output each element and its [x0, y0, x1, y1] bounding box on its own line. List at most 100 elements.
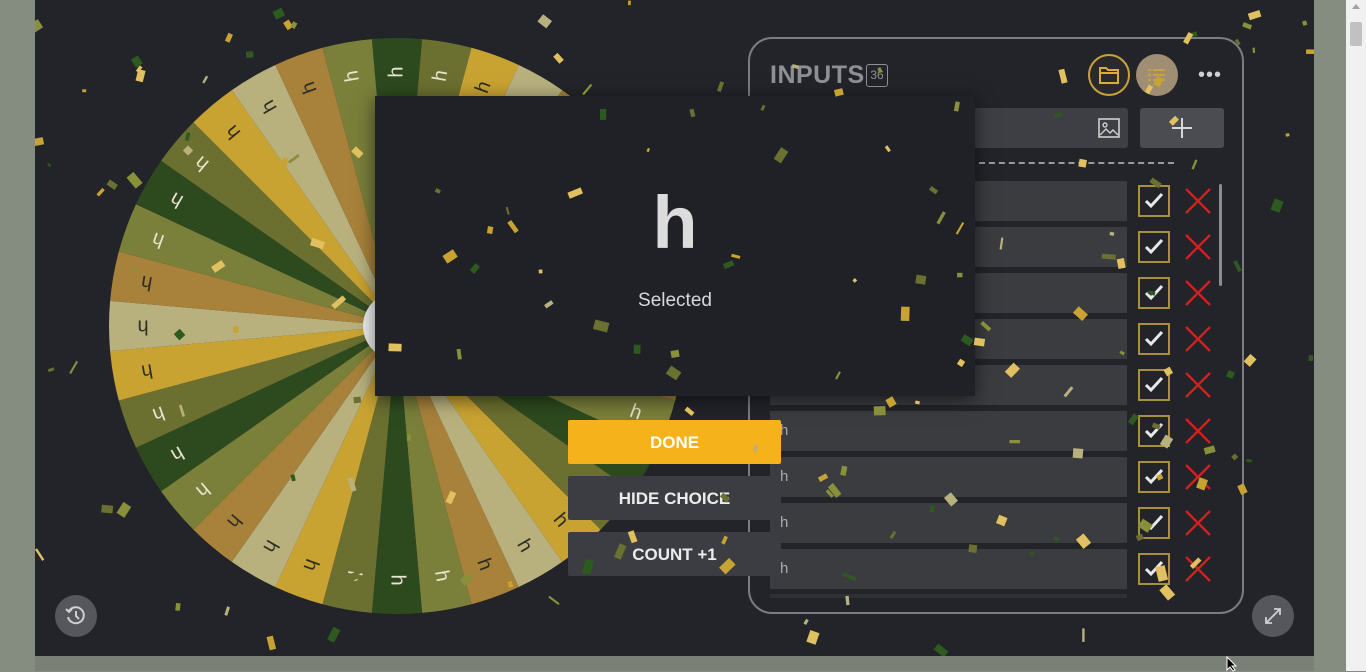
check-icon	[1144, 330, 1164, 348]
check-icon	[1144, 376, 1164, 394]
list-scrollbar[interactable]	[1219, 184, 1222, 286]
wheel-segment-label: h	[385, 66, 407, 77]
done-button[interactable]: DONE	[568, 420, 781, 464]
confetti-piece	[1242, 22, 1252, 29]
plus-icon	[1171, 117, 1193, 139]
expand-icon	[1263, 606, 1283, 626]
delete-entry-button[interactable]	[1182, 553, 1214, 585]
entry-checkbox[interactable]	[1138, 323, 1170, 355]
mouse-cursor	[1226, 656, 1240, 672]
confetti-piece	[1244, 354, 1257, 367]
panel-title: INPUTS	[770, 61, 865, 90]
check-icon	[1144, 514, 1164, 532]
confetti-piece	[272, 8, 285, 20]
entry-text[interactable]: h	[770, 549, 1127, 589]
confetti-piece	[35, 137, 44, 146]
close-icon	[1182, 553, 1214, 585]
app-canvas: hhhhhhhhhhhhhhhhhhhhhhhhhhhhhhhhhhhh INP…	[35, 0, 1314, 656]
confetti-piece	[96, 188, 104, 197]
result-text: h	[375, 186, 975, 260]
hide-choice-button[interactable]: HIDE CHOICE	[568, 476, 781, 520]
entry-checkbox[interactable]	[1138, 185, 1170, 217]
count-plus-one-button[interactable]: COUNT +1	[568, 532, 781, 576]
delete-entry-button[interactable]	[1182, 507, 1214, 539]
delete-entry-button[interactable]	[1182, 323, 1214, 355]
entry-row: h	[770, 457, 1230, 497]
history-button[interactable]	[55, 595, 97, 637]
entry-text[interactable]: h	[770, 503, 1127, 543]
confetti-piece	[69, 361, 78, 374]
close-icon	[1182, 277, 1214, 309]
confetti-piece	[327, 627, 340, 643]
result-dialog: h Selected	[375, 96, 975, 396]
confetti-piece	[1302, 20, 1307, 26]
add-entry-button[interactable]	[1140, 108, 1224, 148]
confetti-piece	[35, 548, 44, 561]
expand-button[interactable]	[1252, 595, 1294, 637]
check-icon	[1144, 238, 1164, 256]
delete-entry-button[interactable]	[1182, 185, 1214, 217]
confetti-piece	[1082, 628, 1084, 642]
confetti-piece	[1270, 198, 1283, 213]
more-icon: •••	[1198, 64, 1222, 86]
entry-row: h	[770, 503, 1230, 543]
confetti-piece	[806, 630, 819, 645]
confetti-piece	[266, 636, 276, 651]
delete-entry-button[interactable]	[1182, 461, 1214, 493]
delete-entry-button[interactable]	[1182, 277, 1214, 309]
more-options-button[interactable]: •••	[1194, 65, 1226, 85]
confetti-piece	[1253, 48, 1256, 53]
bottom-strip	[35, 656, 1314, 671]
history-icon	[65, 605, 87, 627]
folder-button[interactable]	[1088, 54, 1130, 96]
entry-row: h	[770, 549, 1230, 589]
confetti-piece	[537, 14, 552, 28]
check-icon	[1144, 284, 1164, 302]
delete-entry-button[interactable]	[1182, 415, 1214, 447]
wheel-segment-label: h	[387, 574, 409, 585]
confetti-piece	[35, 19, 43, 33]
close-icon	[1182, 507, 1214, 539]
confetti-piece	[290, 21, 297, 29]
scroll-up-arrow[interactable]	[1352, 4, 1360, 9]
entry-text[interactable]: h	[770, 411, 1127, 451]
check-icon	[1144, 468, 1164, 486]
close-icon	[1182, 323, 1214, 355]
entry-row: h	[770, 411, 1230, 451]
image-icon[interactable]	[1098, 118, 1120, 138]
check-icon	[1144, 560, 1164, 578]
entry-checkbox[interactable]	[1138, 277, 1170, 309]
list-button[interactable]	[1136, 54, 1178, 96]
entry-checkbox[interactable]	[1138, 507, 1170, 539]
close-icon	[1182, 185, 1214, 217]
confetti-piece	[283, 20, 293, 31]
confetti-piece	[628, 1, 631, 6]
check-icon	[1144, 422, 1164, 440]
close-icon	[1182, 369, 1214, 401]
close-icon	[1182, 415, 1214, 447]
close-icon	[1182, 461, 1214, 493]
entries-fade	[770, 594, 1127, 598]
entry-checkbox[interactable]	[1138, 369, 1170, 401]
close-icon	[1182, 231, 1214, 263]
scrollbar-thumb[interactable]	[1350, 22, 1362, 46]
delete-entry-button[interactable]	[1182, 231, 1214, 263]
count-badge: 36	[866, 64, 888, 87]
confetti-piece	[1308, 355, 1313, 361]
confetti-piece	[803, 619, 808, 625]
list-icon	[1147, 66, 1167, 84]
entry-text[interactable]: h	[770, 457, 1127, 497]
confetti-piece	[1248, 10, 1262, 20]
delete-entry-button[interactable]	[1182, 369, 1214, 401]
page-scrollbar[interactable]	[1346, 0, 1366, 671]
confetti-piece	[1285, 133, 1289, 137]
confetti-piece	[717, 81, 724, 92]
confetti-piece	[934, 644, 949, 657]
folder-icon	[1098, 65, 1120, 85]
entry-checkbox[interactable]	[1138, 553, 1170, 585]
check-icon	[1144, 192, 1164, 210]
entry-checkbox[interactable]	[1138, 415, 1170, 447]
entry-checkbox[interactable]	[1138, 231, 1170, 263]
entry-checkbox[interactable]	[1138, 461, 1170, 493]
result-label: Selected	[375, 290, 975, 312]
